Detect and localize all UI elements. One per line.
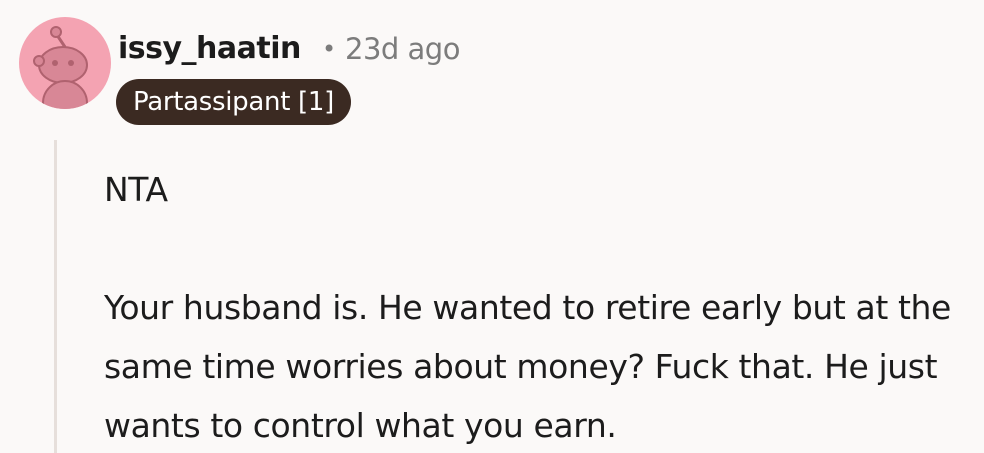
meta-separator: • [322,35,337,63]
avatar[interactable] [19,17,111,109]
comment-timestamp[interactable]: 23d ago [345,27,460,71]
comment-paragraph: NTA [104,170,168,209]
comment-paragraph: Your husband is. He wanted to retire ear… [104,288,951,445]
snoo-avatar-icon [33,26,88,109]
comment-author[interactable]: issy_haatin [118,27,301,71]
thread-collapse-line[interactable] [54,140,57,453]
user-flair: Partassipant [1] [116,79,351,125]
comment: issy_haatin • 23d ago Partassipant [1] N… [0,0,984,453]
comment-body: NTA Your husband is. He wanted to retire… [104,160,964,453]
